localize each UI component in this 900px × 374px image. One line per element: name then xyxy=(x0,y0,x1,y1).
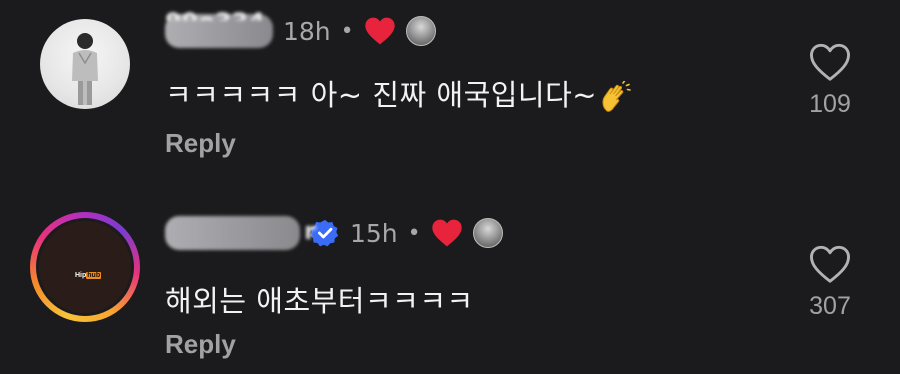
author-liked-heart-icon xyxy=(431,218,463,248)
commenter-avatar[interactable] xyxy=(40,19,130,109)
clapping-hands-emoji-icon xyxy=(599,80,631,113)
heart-outline-icon[interactable] xyxy=(808,244,852,284)
comment-2: Hiphub r 15h • 해외는 애초부터ㅋㅋㅋㅋ Reply 307 xyxy=(0,196,900,374)
heart-outline-icon[interactable] xyxy=(808,42,852,82)
comment-body: 해외는 애초부터ㅋㅋㅋㅋ xyxy=(165,284,474,318)
brand-logo-part1: Hip xyxy=(75,272,87,279)
reply-button[interactable]: Reply xyxy=(165,128,236,159)
separator-dot: • xyxy=(407,220,421,246)
commenter-avatar-story-ring[interactable]: Hiphub xyxy=(30,212,140,322)
person-photo-icon xyxy=(72,33,98,105)
timestamp: 15h xyxy=(350,218,398,248)
like-count: 307 xyxy=(809,292,851,320)
username-redacted[interactable]: 99o334 xyxy=(165,8,273,48)
comment-meta: r 15h • xyxy=(165,216,503,250)
username-redacted[interactable]: r xyxy=(165,216,316,250)
brand-logo-text: Hiphub xyxy=(75,272,102,279)
comment-body: ㅋㅋㅋㅋㅋ 아~ 진짜 애국입니다~ xyxy=(165,78,598,112)
separator-dot: • xyxy=(340,18,354,44)
author-avatar-icon xyxy=(405,16,436,46)
like-count: 109 xyxy=(809,90,851,118)
comment-text: 해외는 애초부터ㅋㅋㅋㅋ xyxy=(165,278,474,320)
timestamp: 18h xyxy=(283,16,331,46)
like-control[interactable]: 307 xyxy=(800,244,860,321)
author-liked-heart-icon xyxy=(364,16,396,46)
author-avatar-icon xyxy=(472,218,503,248)
brand-logo-avatar: Hiphub xyxy=(39,221,131,313)
comment-1: 99o334 18h • ㅋㅋㅋㅋㅋ 아~ 진짜 애국입니다~ Reply 10… xyxy=(0,0,900,190)
comment-text: ㅋㅋㅋㅋㅋ 아~ 진짜 애국입니다~ xyxy=(165,72,631,114)
username-partial: r xyxy=(304,217,316,245)
comment-meta: 99o334 18h • xyxy=(165,8,436,48)
like-control[interactable]: 109 xyxy=(800,42,860,119)
reply-button[interactable]: Reply xyxy=(165,329,236,360)
brand-logo-part2: hub xyxy=(86,272,102,279)
username-partial: 99o334 xyxy=(165,8,265,36)
